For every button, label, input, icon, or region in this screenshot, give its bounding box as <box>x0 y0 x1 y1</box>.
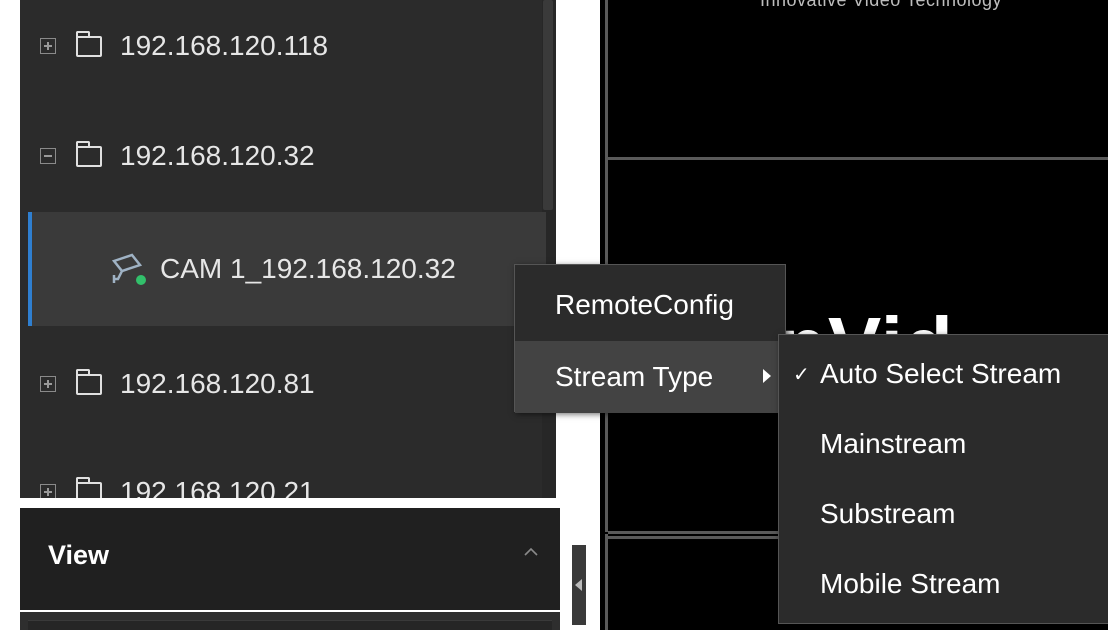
video-divider <box>608 157 1108 160</box>
menu-item-label: RemoteConfig <box>555 289 734 320</box>
view-section-content <box>28 620 552 630</box>
tree-item-label: 192.168.120.32 <box>120 140 315 171</box>
submenu-item-mobile-stream[interactable]: Mobile Stream <box>779 549 1108 619</box>
checkmark-icon: ✓ <box>793 363 810 386</box>
video-watermark: Innovative Video Technology <box>760 0 1003 10</box>
tree-item-label: 192.168.120.21 <box>120 476 315 498</box>
folder-icon <box>75 30 102 57</box>
submenu-item-label: Mainstream <box>820 428 967 459</box>
stream-type-submenu: ✓ Auto Select Stream Mainstream Substrea… <box>778 334 1108 624</box>
camera-online-icon <box>110 251 150 287</box>
submenu-item-substream[interactable]: Substream <box>779 479 1108 549</box>
tree-item-group[interactable]: 192.168.120.81 <box>20 328 542 440</box>
menu-item-label: Stream Type <box>555 361 714 392</box>
tree-scrollbar-thumb[interactable] <box>543 0 553 210</box>
menu-item-stream-type[interactable]: Stream Type <box>515 341 785 413</box>
tree-item-label: 192.168.120.81 <box>120 368 315 399</box>
menu-item-remoteconfig[interactable]: RemoteConfig <box>515 269 785 341</box>
tree-item-camera[interactable]: CAM 1_192.168.120.32 <box>28 212 546 326</box>
tree-item-label: CAM 1_192.168.120.32 <box>160 253 456 284</box>
submenu-item-label: Mobile Stream <box>820 568 1001 599</box>
video-divider <box>605 534 608 630</box>
online-status-dot <box>136 275 146 285</box>
collapse-left-icon <box>575 579 582 591</box>
panel-splitter-handle[interactable] <box>572 545 586 625</box>
chevron-up-icon[interactable] <box>524 545 538 559</box>
submenu-arrow-icon <box>763 369 771 383</box>
tree-item-group[interactable]: 192.168.120.32 <box>20 100 542 212</box>
submenu-item-auto-select-stream[interactable]: ✓ Auto Select Stream <box>779 339 1108 409</box>
app-window: Innovative Video Technology nVid 192.168… <box>0 0 1108 630</box>
view-section-title: View <box>48 540 110 570</box>
folder-icon <box>75 368 102 395</box>
submenu-item-mainstream[interactable]: Mainstream <box>779 409 1108 479</box>
submenu-item-label: Auto Select Stream <box>820 358 1062 389</box>
context-menu: RemoteConfig Stream Type <box>514 264 786 413</box>
collapse-minus-icon[interactable] <box>40 148 56 164</box>
folder-icon <box>75 476 102 498</box>
video-divider <box>605 0 608 160</box>
expand-plus-icon[interactable] <box>40 484 56 498</box>
expand-plus-icon[interactable] <box>40 38 56 54</box>
submenu-item-label: Substream <box>820 498 956 529</box>
expand-plus-icon[interactable] <box>40 376 56 392</box>
tree-item-label: 192.168.120.118 <box>120 30 329 61</box>
folder-icon <box>75 140 102 167</box>
tree-item-group[interactable]: 192.168.120.21 <box>20 440 542 498</box>
tree-item-group[interactable]: 192.168.120.118 <box>20 0 542 102</box>
